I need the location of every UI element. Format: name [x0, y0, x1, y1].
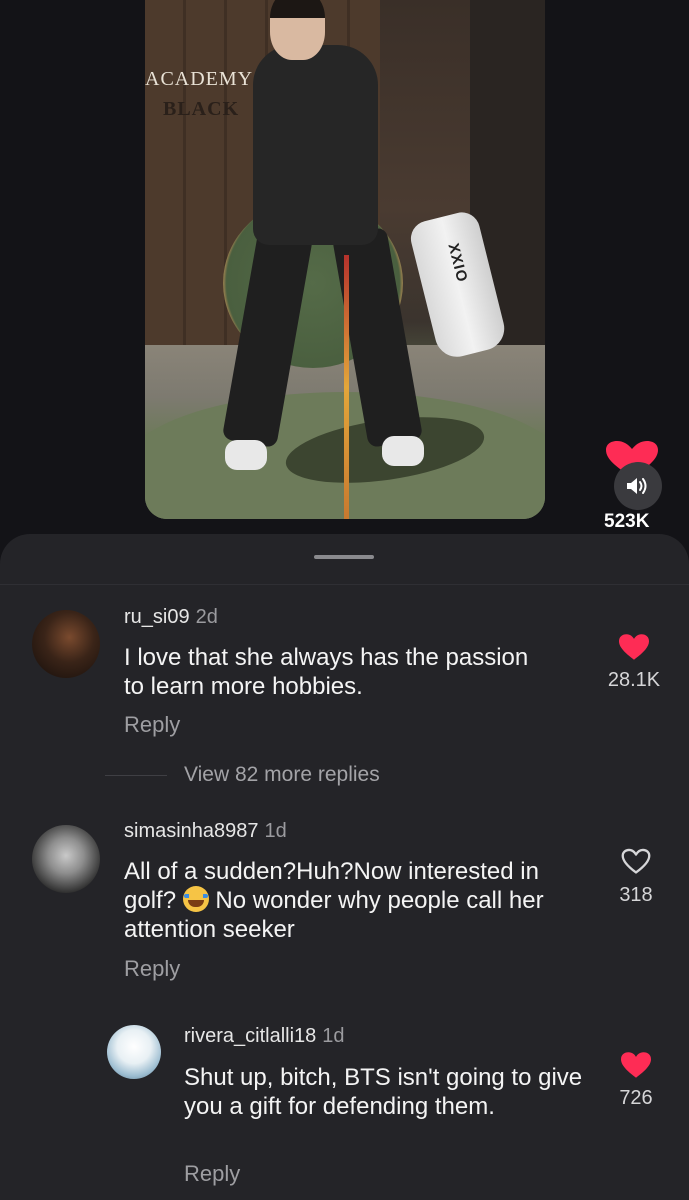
laughing-emoji-icon [182, 886, 209, 912]
comment-text: All of a sudden?Huh?Now interested in go… [124, 857, 584, 944]
reply-button[interactable]: Reply [124, 712, 180, 738]
comment-username[interactable]: ru_si09 2d [124, 606, 218, 629]
sheet-drag-handle[interactable] [314, 555, 374, 559]
username-text: rivera_citlalli18 [184, 1025, 317, 1047]
comment-like-button[interactable]: 726 [591, 1052, 681, 1110]
comment-age: 1d [264, 820, 287, 842]
comment-text: Shut up, bitch, BTS isn't going to give … [184, 1064, 583, 1120]
video-person-torso [253, 45, 378, 245]
comment-username[interactable]: simasinha8987 1d [124, 820, 287, 843]
video-golf-club [344, 255, 349, 519]
comment-like-button[interactable]: 28.1K [589, 634, 679, 692]
comment-like-button[interactable]: 318 [591, 848, 681, 907]
heart-icon [619, 634, 649, 660]
comment-like-count: 28.1K [607, 669, 661, 691]
avatar[interactable] [32, 610, 100, 678]
avatar[interactable] [107, 1025, 161, 1079]
video-sign-academy: ACADEMY [145, 68, 254, 90]
heart-outline-icon [621, 848, 651, 874]
sound-toggle-button[interactable] [614, 462, 662, 510]
comment-like-count: 726 [619, 1087, 653, 1109]
comment-text: I love that she always has the passion t… [124, 644, 529, 700]
speaker-icon [627, 478, 647, 494]
video-sign-black: BLACK [163, 98, 240, 120]
video-like-count: 523K [604, 511, 650, 532]
comments-sheet: ru_si09 2d I love that she always has the… [0, 534, 689, 1200]
video-person-head [270, 0, 325, 60]
video-person-shoe-left [225, 440, 267, 470]
comment-age: 1d [322, 1025, 345, 1047]
username-text: ru_si09 [124, 606, 190, 628]
video-person-shoe-right [382, 436, 424, 466]
comment-like-count: 318 [619, 884, 653, 906]
comment-username[interactable]: rivera_citlalli18 1d [184, 1025, 345, 1048]
view-more-divider [105, 775, 167, 776]
sheet-divider [0, 584, 689, 585]
reply-button[interactable]: Reply [184, 1161, 240, 1187]
heart-icon [621, 1052, 651, 1078]
reply-button[interactable]: Reply [124, 956, 180, 982]
avatar[interactable] [32, 825, 100, 893]
golf-bag-label: XXIO [444, 241, 471, 285]
view-more-replies-button[interactable]: View 82 more replies [184, 763, 380, 787]
username-text: simasinha8987 [124, 820, 259, 842]
comment-age: 2d [195, 606, 218, 628]
video-player[interactable]: ACADEMY BLACK XXIO [145, 0, 545, 519]
